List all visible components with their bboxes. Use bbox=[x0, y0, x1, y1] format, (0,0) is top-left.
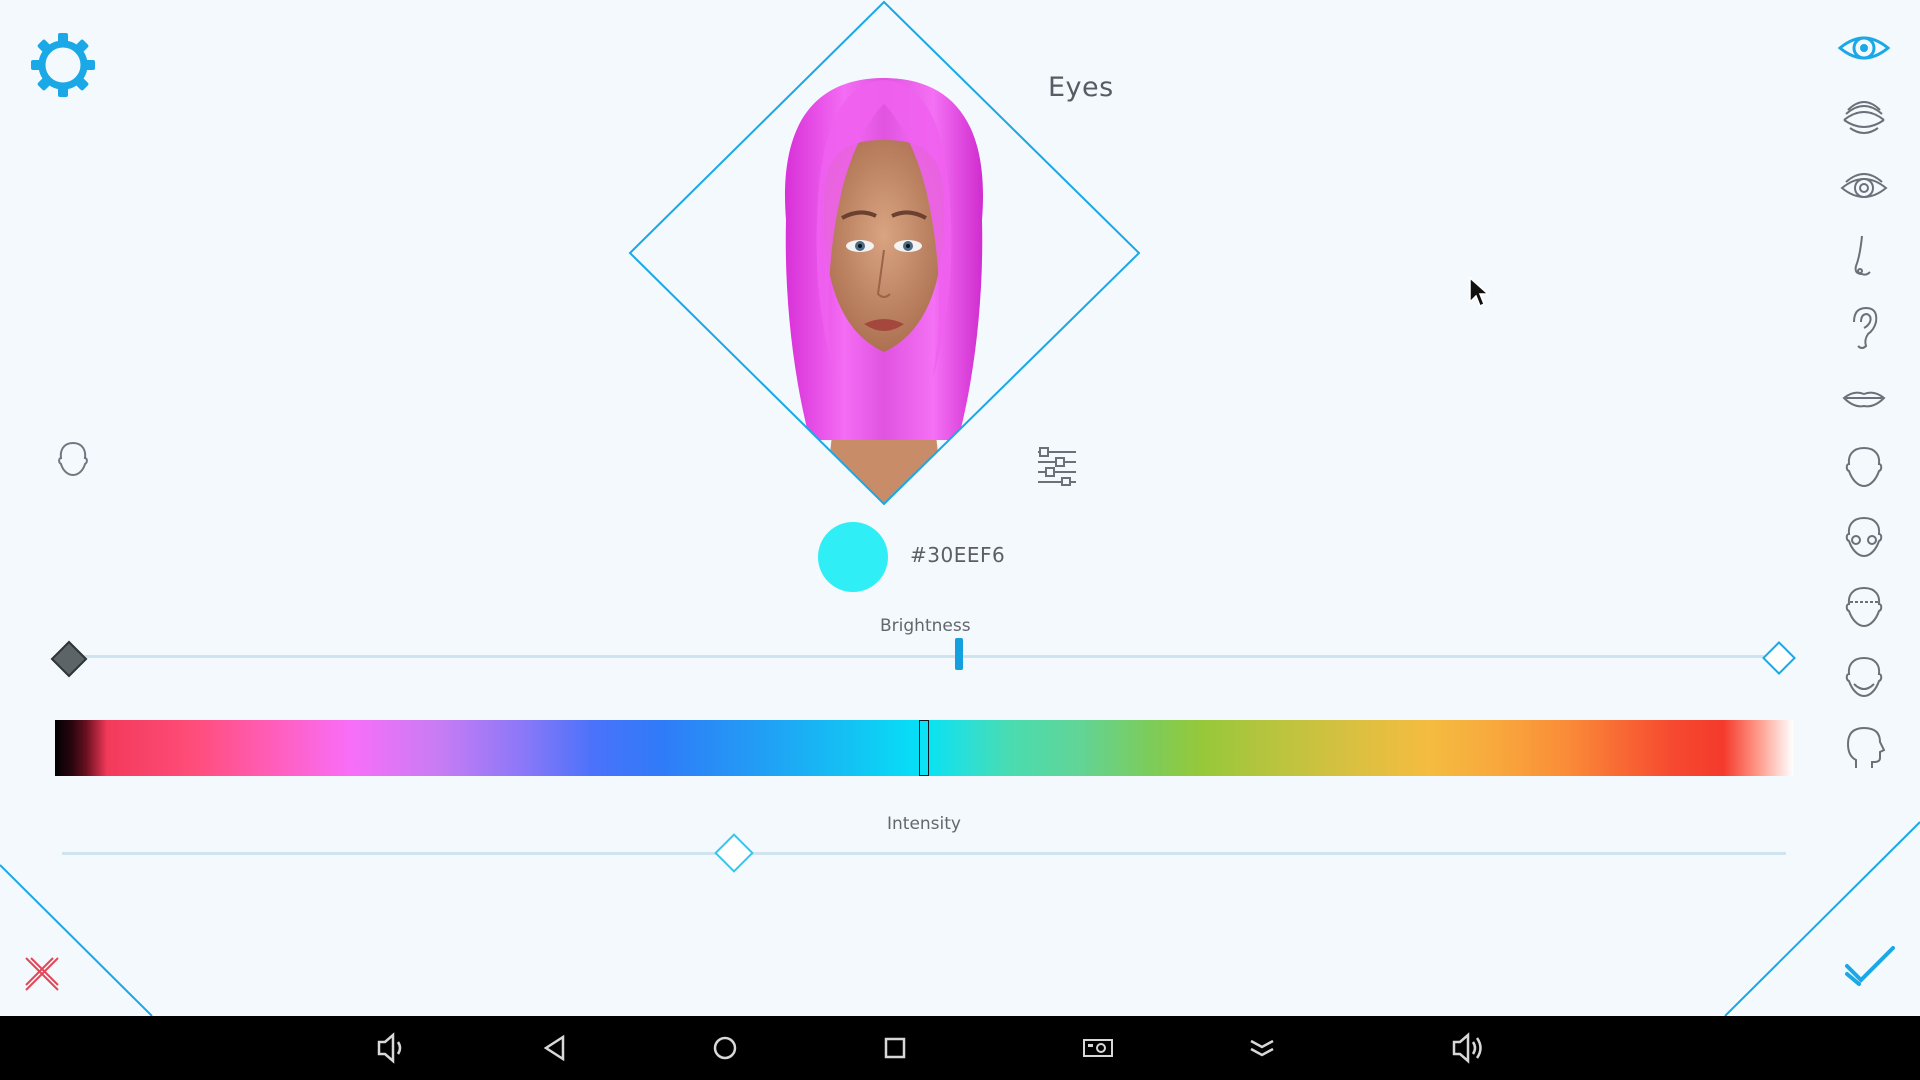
face-cheeks-icon bbox=[1845, 516, 1883, 558]
system-nav-bar bbox=[0, 1016, 1920, 1080]
head-view-toggle[interactable] bbox=[52, 438, 94, 480]
intensity-slider-track[interactable] bbox=[62, 852, 1786, 855]
nose-icon bbox=[1854, 235, 1871, 276]
recents-square-icon bbox=[884, 1037, 906, 1059]
brightness-max-button[interactable] bbox=[1762, 641, 1796, 675]
sidebar-item-eyelashes[interactable] bbox=[1836, 90, 1892, 146]
volume-down-button[interactable] bbox=[369, 1026, 413, 1070]
intensity-slider-thumb[interactable] bbox=[714, 833, 755, 873]
cancel-button[interactable] bbox=[22, 954, 62, 994]
volume-up-icon bbox=[1452, 1032, 1482, 1064]
collapse-button[interactable] bbox=[1240, 1026, 1284, 1070]
sliders-icon bbox=[1038, 447, 1076, 486]
home-button[interactable] bbox=[703, 1026, 747, 1070]
gear-icon bbox=[31, 33, 95, 97]
checkmark-icon bbox=[1845, 946, 1895, 986]
settings-button[interactable] bbox=[28, 30, 98, 100]
color-swatch[interactable] bbox=[818, 522, 888, 592]
volume-up-button[interactable] bbox=[1446, 1026, 1490, 1070]
brightness-slider-thumb[interactable] bbox=[955, 638, 964, 670]
sidebar-item-ear[interactable] bbox=[1836, 300, 1892, 356]
sidebar-item-eye-shape[interactable] bbox=[1836, 160, 1892, 216]
section-title: Eyes bbox=[1048, 72, 1114, 103]
back-triangle-icon bbox=[543, 1034, 565, 1062]
brightness-slider-track[interactable] bbox=[70, 655, 1780, 658]
confirm-button[interactable] bbox=[1843, 944, 1897, 988]
eye-color-icon bbox=[1837, 36, 1891, 60]
sidebar-item-face-cheeks[interactable] bbox=[1836, 510, 1892, 566]
back-button[interactable] bbox=[533, 1026, 577, 1070]
sidebar-item-eyes-color[interactable] bbox=[1836, 20, 1892, 76]
home-circle-icon bbox=[713, 1036, 737, 1060]
lips-icon bbox=[1842, 391, 1886, 408]
sidebar-item-lips[interactable] bbox=[1836, 370, 1892, 426]
advanced-settings-button[interactable] bbox=[1036, 446, 1080, 486]
face-front-icon bbox=[1845, 446, 1883, 488]
brightness-min-button[interactable] bbox=[50, 640, 88, 678]
sidebar-item-nose[interactable] bbox=[1836, 230, 1892, 286]
eyelashes-icon bbox=[1843, 101, 1885, 134]
sidebar-item-head-profile[interactable] bbox=[1836, 720, 1892, 776]
color-hex-value: #30EEF6 bbox=[910, 543, 1006, 567]
mouse-pointer bbox=[1469, 276, 1490, 308]
sidebar-item-face-front[interactable] bbox=[1836, 440, 1892, 496]
chevrons-down-icon bbox=[1250, 1039, 1274, 1057]
hue-spectrum-cursor[interactable] bbox=[919, 720, 929, 776]
screenshot-button[interactable] bbox=[1076, 1026, 1120, 1070]
eyes-customizer-screen: Eyes #30EEF6 Brightness Intensity bbox=[0, 0, 1920, 1080]
eye-shape-icon bbox=[1840, 173, 1888, 198]
intensity-label: Intensity bbox=[887, 814, 961, 834]
screenshot-icon bbox=[1083, 1039, 1113, 1057]
volume-down-icon bbox=[377, 1032, 402, 1064]
face-forehead-icon bbox=[1845, 586, 1883, 628]
sidebar-item-face-forehead[interactable] bbox=[1836, 580, 1892, 636]
head-outline-icon bbox=[58, 441, 88, 477]
head-profile-icon bbox=[1846, 726, 1886, 768]
recents-button[interactable] bbox=[873, 1026, 917, 1070]
close-icon bbox=[25, 957, 59, 991]
brightness-label: Brightness bbox=[880, 616, 971, 636]
ear-icon bbox=[1853, 306, 1878, 349]
feature-sidebar bbox=[1836, 20, 1896, 780]
sidebar-item-face-jaw[interactable] bbox=[1836, 650, 1892, 706]
face-jaw-icon bbox=[1845, 656, 1883, 698]
